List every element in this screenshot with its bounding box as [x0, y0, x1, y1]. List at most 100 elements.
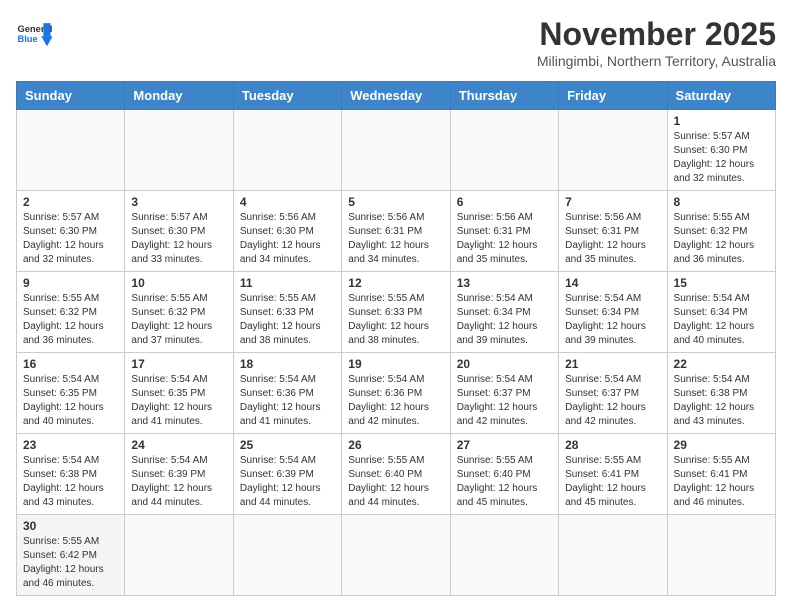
day-info: Sunrise: 5:55 AM Sunset: 6:41 PM Dayligh… — [565, 454, 660, 510]
calendar-cell — [17, 110, 125, 191]
day-number: 13 — [457, 276, 552, 290]
day-number: 26 — [348, 438, 443, 452]
day-info: Sunrise: 5:56 AM Sunset: 6:30 PM Dayligh… — [240, 211, 335, 267]
svg-text:Blue: Blue — [17, 34, 37, 44]
col-header-friday: Friday — [559, 82, 667, 110]
day-number: 11 — [240, 276, 335, 290]
day-number: 18 — [240, 357, 335, 371]
day-info: Sunrise: 5:57 AM Sunset: 6:30 PM Dayligh… — [131, 211, 226, 267]
calendar-cell — [125, 110, 233, 191]
calendar-week-row: 30Sunrise: 5:55 AM Sunset: 6:42 PM Dayli… — [17, 515, 776, 596]
calendar-week-row: 2 Sunrise: 5:57 AM Sunset: 6:30 PM Daylig… — [17, 191, 776, 272]
logo-icon: General Blue — [16, 16, 52, 52]
day-info: Sunrise: 5:54 AM Sunset: 6:35 PM Dayligh… — [131, 373, 226, 429]
calendar-cell: 6Sunrise: 5:56 AM Sunset: 6:31 PM Daylig… — [450, 191, 558, 272]
day-info: Sunrise: 5:54 AM Sunset: 6:38 PM Dayligh… — [23, 454, 118, 510]
day-info: Sunrise: 5:54 AM Sunset: 6:38 PM Dayligh… — [674, 373, 769, 429]
day-info: Sunrise: 5:54 AM Sunset: 6:36 PM Dayligh… — [240, 373, 335, 429]
day-number: 25 — [240, 438, 335, 452]
day-info: Sunrise: 5:55 AM Sunset: 6:40 PM Dayligh… — [348, 454, 443, 510]
day-number: 19 — [348, 357, 443, 371]
day-info: Sunrise: 5:55 AM Sunset: 6:32 PM Dayligh… — [23, 292, 118, 348]
day-number: 12 — [348, 276, 443, 290]
day-info: Sunrise: 5:56 AM Sunset: 6:31 PM Dayligh… — [457, 211, 552, 267]
calendar-cell: 25 Sunrise: 5:54 AM Sunset: 6:39 PM Dayli… — [233, 434, 341, 515]
day-number: 7 — [565, 195, 660, 209]
day-number: 2 — [23, 195, 118, 209]
month-title: November 2025 — [537, 16, 776, 53]
day-info: Sunrise: 5:57 AM Sunset: 6:30 PM Dayligh… — [674, 130, 769, 186]
calendar-cell: 11 Sunrise: 5:55 AM Sunset: 6:33 PM Dayli… — [233, 272, 341, 353]
calendar-cell — [559, 515, 667, 596]
day-info: Sunrise: 5:54 AM Sunset: 6:34 PM Dayligh… — [565, 292, 660, 348]
day-number: 29 — [674, 438, 769, 452]
calendar-cell: 10 Sunrise: 5:55 AM Sunset: 6:32 PM Dayli… — [125, 272, 233, 353]
day-info: Sunrise: 5:55 AM Sunset: 6:33 PM Dayligh… — [348, 292, 443, 348]
col-header-tuesday: Tuesday — [233, 82, 341, 110]
day-info: Sunrise: 5:55 AM Sunset: 6:40 PM Dayligh… — [457, 454, 552, 510]
calendar-cell — [667, 515, 775, 596]
day-info: Sunrise: 5:55 AM Sunset: 6:33 PM Dayligh… — [240, 292, 335, 348]
col-header-thursday: Thursday — [450, 82, 558, 110]
calendar-cell: 4Sunrise: 5:56 AM Sunset: 6:30 PM Daylig… — [233, 191, 341, 272]
calendar-week-row: 1Sunrise: 5:57 AM Sunset: 6:30 PM Daylig… — [17, 110, 776, 191]
calendar-cell: 20 Sunrise: 5:54 AM Sunset: 6:37 PM Dayli… — [450, 353, 558, 434]
day-info: Sunrise: 5:56 AM Sunset: 6:31 PM Dayligh… — [565, 211, 660, 267]
calendar-week-row: 9 Sunrise: 5:55 AM Sunset: 6:32 PM Daylig… — [17, 272, 776, 353]
title-area: November 2025 Milingimbi, Northern Terri… — [537, 16, 776, 69]
day-info: Sunrise: 5:54 AM Sunset: 6:37 PM Dayligh… — [457, 373, 552, 429]
calendar-cell: 13Sunrise: 5:54 AM Sunset: 6:34 PM Dayli… — [450, 272, 558, 353]
calendar-cell: 27Sunrise: 5:55 AM Sunset: 6:40 PM Dayli… — [450, 434, 558, 515]
day-number: 15 — [674, 276, 769, 290]
day-number: 22 — [674, 357, 769, 371]
calendar-cell: 26 Sunrise: 5:55 AM Sunset: 6:40 PM Dayli… — [342, 434, 450, 515]
day-info: Sunrise: 5:54 AM Sunset: 6:39 PM Dayligh… — [131, 454, 226, 510]
calendar-cell: 28 Sunrise: 5:55 AM Sunset: 6:41 PM Dayli… — [559, 434, 667, 515]
calendar-cell: 29 Sunrise: 5:55 AM Sunset: 6:41 PM Dayli… — [667, 434, 775, 515]
day-number: 14 — [565, 276, 660, 290]
day-number: 21 — [565, 357, 660, 371]
calendar-cell — [342, 515, 450, 596]
calendar-cell: 30Sunrise: 5:55 AM Sunset: 6:42 PM Dayli… — [17, 515, 125, 596]
calendar-cell — [342, 110, 450, 191]
calendar-cell: 14 Sunrise: 5:54 AM Sunset: 6:34 PM Dayli… — [559, 272, 667, 353]
calendar-header-row: SundayMondayTuesdayWednesdayThursdayFrid… — [17, 82, 776, 110]
day-info: Sunrise: 5:54 AM Sunset: 6:39 PM Dayligh… — [240, 454, 335, 510]
calendar-week-row: 23Sunrise: 5:54 AM Sunset: 6:38 PM Dayli… — [17, 434, 776, 515]
calendar-cell: 21 Sunrise: 5:54 AM Sunset: 6:37 PM Dayli… — [559, 353, 667, 434]
calendar-cell: 7 Sunrise: 5:56 AM Sunset: 6:31 PM Daylig… — [559, 191, 667, 272]
day-number: 9 — [23, 276, 118, 290]
calendar-cell — [233, 110, 341, 191]
calendar-cell: 9 Sunrise: 5:55 AM Sunset: 6:32 PM Daylig… — [17, 272, 125, 353]
day-info: Sunrise: 5:56 AM Sunset: 6:31 PM Dayligh… — [348, 211, 443, 267]
col-header-wednesday: Wednesday — [342, 82, 450, 110]
col-header-monday: Monday — [125, 82, 233, 110]
day-number: 20 — [457, 357, 552, 371]
col-header-sunday: Sunday — [17, 82, 125, 110]
day-number: 28 — [565, 438, 660, 452]
calendar-cell: 12 Sunrise: 5:55 AM Sunset: 6:33 PM Dayli… — [342, 272, 450, 353]
calendar-week-row: 16 Sunrise: 5:54 AM Sunset: 6:35 PM Dayli… — [17, 353, 776, 434]
location-subtitle: Milingimbi, Northern Territory, Australi… — [537, 53, 776, 69]
calendar-table: SundayMondayTuesdayWednesdayThursdayFrid… — [16, 81, 776, 596]
calendar-cell: 19Sunrise: 5:54 AM Sunset: 6:36 PM Dayli… — [342, 353, 450, 434]
day-info: Sunrise: 5:55 AM Sunset: 6:41 PM Dayligh… — [674, 454, 769, 510]
day-number: 10 — [131, 276, 226, 290]
day-info: Sunrise: 5:55 AM Sunset: 6:32 PM Dayligh… — [131, 292, 226, 348]
day-number: 17 — [131, 357, 226, 371]
calendar-cell: 17 Sunrise: 5:54 AM Sunset: 6:35 PM Dayli… — [125, 353, 233, 434]
day-number: 30 — [23, 519, 118, 533]
day-info: Sunrise: 5:55 AM Sunset: 6:32 PM Dayligh… — [674, 211, 769, 267]
day-number: 5 — [348, 195, 443, 209]
calendar-cell — [125, 515, 233, 596]
calendar-cell: 2Sunrise: 5:57 AM Sunset: 6:30 PM Daylig… — [17, 191, 125, 272]
logo: General Blue — [16, 16, 52, 52]
day-info: Sunrise: 5:54 AM Sunset: 6:37 PM Dayligh… — [565, 373, 660, 429]
day-number: 16 — [23, 357, 118, 371]
calendar-cell — [450, 515, 558, 596]
calendar-cell: 22 Sunrise: 5:54 AM Sunset: 6:38 PM Dayli… — [667, 353, 775, 434]
calendar-cell: 1Sunrise: 5:57 AM Sunset: 6:30 PM Daylig… — [667, 110, 775, 191]
day-number: 24 — [131, 438, 226, 452]
col-header-saturday: Saturday — [667, 82, 775, 110]
calendar-cell: 5 Sunrise: 5:56 AM Sunset: 6:31 PM Daylig… — [342, 191, 450, 272]
